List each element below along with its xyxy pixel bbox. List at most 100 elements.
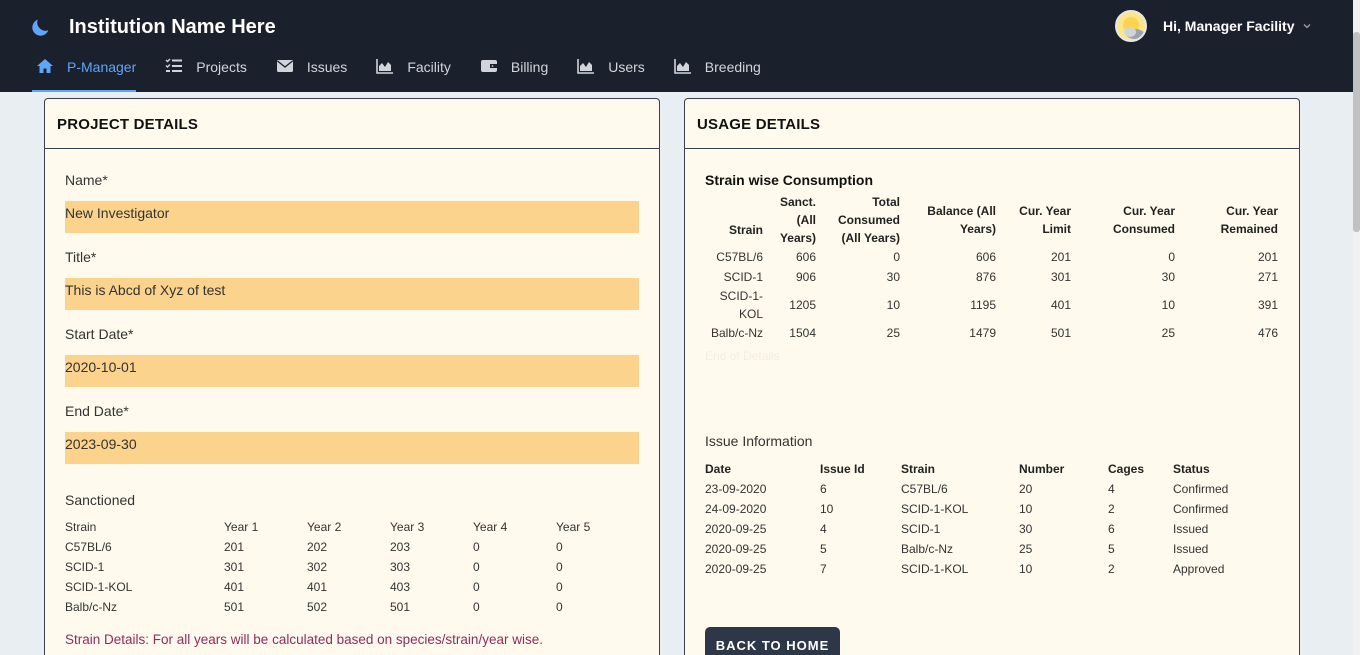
table-cell: 0 (473, 540, 480, 554)
nav-item-users[interactable]: Users (577, 52, 645, 92)
table-cell: SCID-1-KOL (65, 580, 133, 594)
home-icon (37, 59, 53, 73)
nav-label: Breeding (704, 59, 761, 75)
table-cell: 502 (307, 600, 328, 614)
usage-details-panel: USAGE DETAILS Strain wise Consumption St… (684, 98, 1300, 655)
nav-item-projects[interactable]: Projects (165, 52, 247, 92)
table-row: C57BL/6 606 0 606 201 0 201 (705, 247, 1278, 267)
table-row: 2020-09-25 7 SCID-1-KOL 10 2 Approved (705, 559, 1263, 579)
table-cell: Issued (1173, 542, 1209, 556)
nav-item-breeding[interactable]: Breeding (673, 52, 761, 92)
table-cell: 301 (1050, 270, 1071, 284)
table-cell: 0 (1168, 250, 1175, 264)
wallet-icon (480, 60, 497, 72)
table-cell: 30 (1019, 522, 1033, 536)
nav-label: P-Manager (67, 59, 137, 75)
table-cell: 10 (1161, 298, 1175, 312)
table-cell: C57BL/6 (716, 250, 763, 264)
table-cell: 7 (820, 562, 827, 576)
table-cell: Confirmed (1173, 502, 1229, 516)
table-cell: SCID-1 (901, 522, 941, 536)
table-row: SCID-1 906 30 876 301 30 271 (705, 267, 1278, 287)
name-label: Name* (65, 172, 108, 188)
table-cell: 201 (224, 540, 245, 554)
column-header: Date (705, 462, 732, 476)
table-cell: 271 (1257, 270, 1278, 284)
table-cell: Issued (1173, 522, 1209, 536)
nav-label: Issues (306, 59, 348, 75)
table-cell: 4 (1108, 482, 1115, 496)
table-cell: 0 (473, 600, 480, 614)
table-cell: SCID-1 (723, 270, 763, 284)
end-date-field[interactable]: 2023-09-30 (65, 432, 639, 464)
main-nav: P-Manager Projects Issues Facility Billi… (31, 52, 761, 92)
scrollbar-thumb[interactable] (1353, 32, 1360, 232)
end-date-label: End Date* (65, 403, 129, 419)
column-header: Year 1 (224, 520, 259, 534)
name-field[interactable]: New Investigator (65, 201, 639, 233)
nav-item-billing[interactable]: Billing (480, 52, 548, 92)
chevron-down-icon[interactable] (1302, 21, 1312, 31)
table-row: Balb/c-Nz 1504 25 1479 501 25 476 (705, 323, 1278, 343)
column-header: Year 2 (307, 520, 342, 534)
table-row: C57BL/6 201 202 203 0 0 (65, 537, 639, 557)
column-header: Total Consumed (All Years) (837, 195, 900, 245)
area-chart-icon (577, 59, 595, 74)
user-menu[interactable]: Hi, Manager Facility (1115, 10, 1312, 42)
table-cell: 0 (556, 560, 563, 574)
column-header: Year 5 (556, 520, 591, 534)
table-cell: 391 (1257, 298, 1278, 312)
consumption-table: Strain Sanct. (All Years) Total Consumed… (705, 193, 1278, 343)
table-cell: 25 (886, 326, 900, 340)
table-row: SCID-1-KOL 1205 10 1195 401 10 391 (705, 287, 1278, 323)
table-cell: 301 (224, 560, 245, 574)
table-cell: 6 (820, 482, 827, 496)
area-chart-icon (376, 59, 394, 74)
consumption-title: Strain wise Consumption (705, 172, 874, 188)
table-cell: 25 (1019, 542, 1033, 556)
back-to-home-button[interactable]: BACK TO HOME (705, 627, 840, 655)
table-cell: 30 (886, 270, 900, 284)
table-cell: 30 (1161, 270, 1175, 284)
nav-label: Users (608, 59, 645, 75)
area-chart-icon (673, 59, 691, 74)
table-cell: 401 (307, 580, 328, 594)
nav-item-issues[interactable]: Issues (276, 52, 347, 92)
title-field[interactable]: This is Abcd of Xyz of test (65, 278, 639, 310)
table-cell: 0 (473, 580, 480, 594)
table-cell: 303 (390, 560, 411, 574)
table-cell: 1504 (789, 326, 816, 340)
table-row: 2020-09-25 4 SCID-1 30 6 Issued (705, 519, 1263, 539)
table-cell: 501 (224, 600, 245, 614)
table-cell: 501 (390, 600, 411, 614)
table-cell: 10 (1019, 502, 1033, 516)
table-cell: SCID-1-KOL (719, 289, 763, 321)
top-navbar: Institution Name Here Hi, Manager Facili… (0, 0, 1360, 92)
table-cell: 1195 (970, 298, 996, 312)
column-header: Status (1173, 462, 1210, 476)
table-cell: C57BL/6 (65, 540, 112, 554)
table-header-row: Date Issue Id Strain Number Cages Status (705, 459, 1263, 479)
column-header: Year 3 (390, 520, 425, 534)
column-header: Year 4 (473, 520, 508, 534)
table-header-row: Strain Sanct. (All Years) Total Consumed… (705, 193, 1278, 247)
table-cell: 5 (1108, 542, 1115, 556)
brand[interactable]: Institution Name Here (30, 12, 276, 42)
nav-item-facility[interactable]: Facility (376, 52, 451, 92)
table-cell: 4 (820, 522, 827, 536)
table-cell: 0 (556, 540, 563, 554)
table-cell: 1205 (789, 298, 816, 312)
page-scrollbar[interactable] (1353, 0, 1360, 655)
start-date-label: Start Date* (65, 326, 134, 342)
panel-title: PROJECT DETAILS (45, 99, 659, 149)
table-cell: 2020-09-25 (705, 562, 767, 576)
nav-label: Facility (407, 59, 451, 75)
start-date-field[interactable]: 2020-10-01 (65, 355, 639, 387)
table-cell: Balb/c-Nz (65, 600, 118, 614)
list-check-icon (165, 58, 183, 72)
nav-item-p-manager[interactable]: P-Manager (31, 52, 137, 92)
avatar[interactable] (1115, 10, 1147, 42)
column-header: Cur. Year Limit (1019, 204, 1071, 236)
column-header: Cur. Year Consumed (1112, 204, 1175, 236)
table-cell: C57BL/6 (901, 482, 948, 496)
